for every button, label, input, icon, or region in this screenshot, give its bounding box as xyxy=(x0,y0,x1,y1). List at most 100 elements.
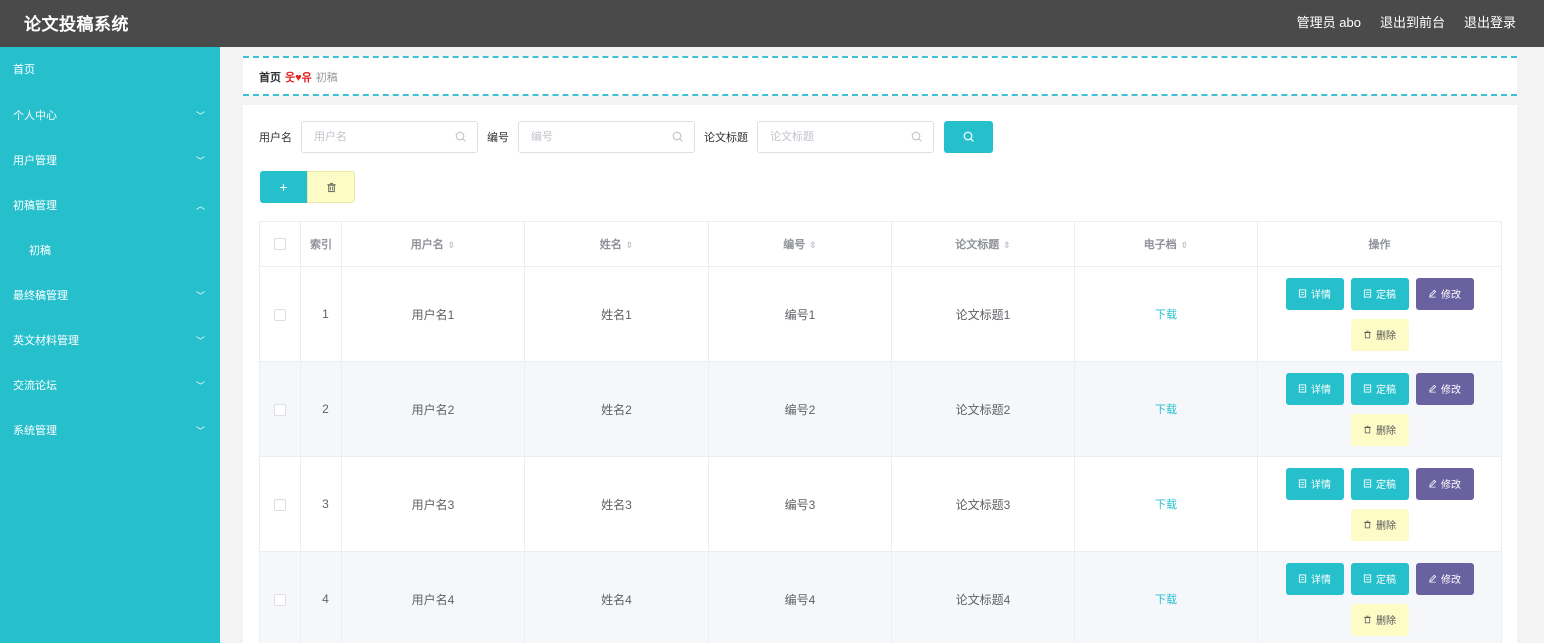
finalize-button[interactable]: 定稿 xyxy=(1350,277,1409,310)
row-checkbox[interactable] xyxy=(274,308,286,321)
current-user: 管理员 abo xyxy=(1296,15,1361,30)
column-header-username[interactable]: 用户名 ⇳ xyxy=(341,221,525,267)
column-header-label: 编号 xyxy=(783,239,806,251)
edit-button[interactable]: 修改 xyxy=(1415,467,1474,500)
column-header-number[interactable]: 编号 ⇳ xyxy=(708,221,892,267)
chevron-down-icon: ﹀ xyxy=(195,426,205,436)
download-link[interactable]: 下载 xyxy=(1155,309,1177,321)
search-button[interactable] xyxy=(944,121,993,153)
sidebar-item-system-management[interactable]: 系统管理 ﹀ xyxy=(0,409,220,454)
sidebar-item-personal-center[interactable]: 个人中心 ﹀ xyxy=(0,94,220,139)
breadcrumb: 首页 웃♥유 初稿 xyxy=(259,69,338,85)
row-index: 3 xyxy=(300,456,342,552)
row-title: 论文标题4 xyxy=(891,551,1075,643)
delete-button[interactable]: 删除 xyxy=(1350,603,1409,636)
select-all-checkbox[interactable] xyxy=(274,238,286,251)
title-search-field xyxy=(757,121,934,153)
chevron-down-icon: ﹀ xyxy=(195,291,205,301)
username-search-input[interactable] xyxy=(302,122,477,152)
sort-icon[interactable]: ⇳ xyxy=(626,240,634,250)
chevron-down-icon: ﹀ xyxy=(195,111,205,121)
finalize-button[interactable]: 定稿 xyxy=(1350,562,1409,595)
number-search-input[interactable] xyxy=(519,122,694,152)
column-header-title[interactable]: 论文标题 ⇳ xyxy=(891,221,1075,267)
row-actions: 详情 定稿 修改删除 xyxy=(1257,456,1502,552)
delete-button[interactable]: 删除 xyxy=(1350,318,1409,351)
column-header-name[interactable]: 姓名 ⇳ xyxy=(524,221,709,267)
edit-icon xyxy=(1429,479,1437,488)
sidebar-item-draft-management[interactable]: 初稿管理 ︿ xyxy=(0,184,220,229)
topbar-actions: 管理员 abo 退出到前台 退出登录 xyxy=(1297,12,1516,31)
row-checkbox[interactable] xyxy=(274,498,286,511)
search-icon xyxy=(911,131,922,142)
detail-button[interactable]: 详情 xyxy=(1285,372,1344,405)
row-name: 姓名3 xyxy=(524,456,709,552)
sort-icon[interactable]: ⇳ xyxy=(809,240,817,250)
sort-icon[interactable]: ⇳ xyxy=(1181,240,1189,250)
row-file-cell: 下载 xyxy=(1074,551,1258,643)
table-row[interactable]: 1 用户名1 姓名1 编号1 论文标题1 下载 详情 定稿 修改 删除 xyxy=(259,266,1502,362)
chevron-down-icon: ﹀ xyxy=(195,381,205,391)
row-select-cell xyxy=(259,551,301,643)
edit-button[interactable]: 修改 xyxy=(1415,562,1474,595)
app-title: 论文投稿系统 xyxy=(24,15,129,34)
table-header-row: 索引 用户名 ⇳ 姓名 ⇳ 编号 ⇳ 论文标题 ⇳ 电子档 ⇳ 操作 xyxy=(259,221,1502,267)
row-checkbox[interactable] xyxy=(274,403,286,416)
row-number: 编号2 xyxy=(708,361,892,457)
finalize-button-label: 定稿 xyxy=(1376,385,1396,396)
document-icon xyxy=(1298,574,1307,583)
edit-button-label: 修改 xyxy=(1441,385,1461,396)
row-select-cell xyxy=(259,361,301,457)
row-checkbox[interactable] xyxy=(274,593,286,606)
detail-button[interactable]: 详情 xyxy=(1285,467,1344,500)
sidebar-item-draft[interactable]: 初稿 xyxy=(0,229,220,274)
row-index: 2 xyxy=(300,361,342,457)
row-username: 用户名3 xyxy=(341,456,525,552)
document-icon xyxy=(1363,289,1372,298)
sidebar-item-final-management[interactable]: 最终稿管理 ﹀ xyxy=(0,274,220,319)
sidebar-item-english-materials[interactable]: 英文材料管理 ﹀ xyxy=(0,319,220,364)
sort-icon[interactable]: ⇳ xyxy=(1003,240,1011,250)
add-button[interactable]: + xyxy=(260,171,307,203)
row-number: 编号1 xyxy=(708,266,892,362)
edit-button[interactable]: 修改 xyxy=(1415,372,1474,405)
table-row[interactable]: 4 用户名4 姓名4 编号4 论文标题4 下载 详情 定稿 修改 删除 xyxy=(259,551,1502,643)
download-link[interactable]: 下载 xyxy=(1155,404,1177,416)
top-bar: 论文投稿系统 管理员 abo 退出到前台 退出登录 xyxy=(0,0,1544,47)
finalize-button[interactable]: 定稿 xyxy=(1350,372,1409,405)
row-select-cell xyxy=(259,456,301,552)
document-icon xyxy=(1363,479,1372,488)
finalize-button[interactable]: 定稿 xyxy=(1350,467,1409,500)
download-link[interactable]: 下载 xyxy=(1155,594,1177,606)
sidebar-item-forum[interactable]: 交流论坛 ﹀ xyxy=(0,364,220,409)
search-icon xyxy=(455,131,466,142)
logout-link[interactable]: 退出登录 xyxy=(1464,12,1516,31)
delete-button[interactable]: 删除 xyxy=(1350,413,1409,446)
breadcrumb-current: 初稿 xyxy=(315,72,338,84)
detail-button[interactable]: 详情 xyxy=(1285,277,1344,310)
title-search-input[interactable] xyxy=(758,122,933,152)
back-to-front-link[interactable]: 退出到前台 xyxy=(1380,12,1445,31)
table-row[interactable]: 2 用户名2 姓名2 编号2 论文标题2 下载 详情 定稿 修改 删除 xyxy=(259,361,1502,457)
sidebar: 首页 个人中心 ﹀ 用户管理 ﹀ 初稿管理 ︿ 初稿 最终稿管理 ﹀ 英文材料管… xyxy=(0,47,220,643)
column-header-file[interactable]: 电子档 ⇳ xyxy=(1074,221,1258,267)
detail-button[interactable]: 详情 xyxy=(1285,562,1344,595)
batch-delete-button[interactable] xyxy=(307,171,355,203)
username-search-field xyxy=(301,121,478,153)
row-action-group: 详情 定稿 修改删除 xyxy=(1258,372,1501,446)
table-row[interactable]: 3 用户名3 姓名3 编号3 论文标题3 下载 详情 定稿 修改 删除 xyxy=(259,456,1502,552)
sidebar-item-user-management[interactable]: 用户管理 ﹀ xyxy=(0,139,220,184)
breadcrumb-home[interactable]: 首页 xyxy=(259,69,281,85)
column-header-label: 用户名 xyxy=(410,239,444,251)
edit-button-label: 修改 xyxy=(1441,480,1461,491)
draft-table: 索引 用户名 ⇳ 姓名 ⇳ 编号 ⇳ 论文标题 ⇳ 电子档 ⇳ 操作 1 用户名1 姓名1 编号… xyxy=(259,221,1502,643)
delete-button[interactable]: 删除 xyxy=(1350,508,1409,541)
edit-button-label: 修改 xyxy=(1441,575,1461,586)
edit-button[interactable]: 修改 xyxy=(1415,277,1474,310)
document-icon xyxy=(1298,384,1307,393)
sidebar-item-home[interactable]: 首页 xyxy=(0,47,220,94)
sidebar-item-label: 最终稿管理 xyxy=(13,290,68,302)
download-link[interactable]: 下载 xyxy=(1155,499,1177,511)
row-username: 用户名1 xyxy=(341,266,525,362)
sort-icon[interactable]: ⇳ xyxy=(448,240,456,250)
